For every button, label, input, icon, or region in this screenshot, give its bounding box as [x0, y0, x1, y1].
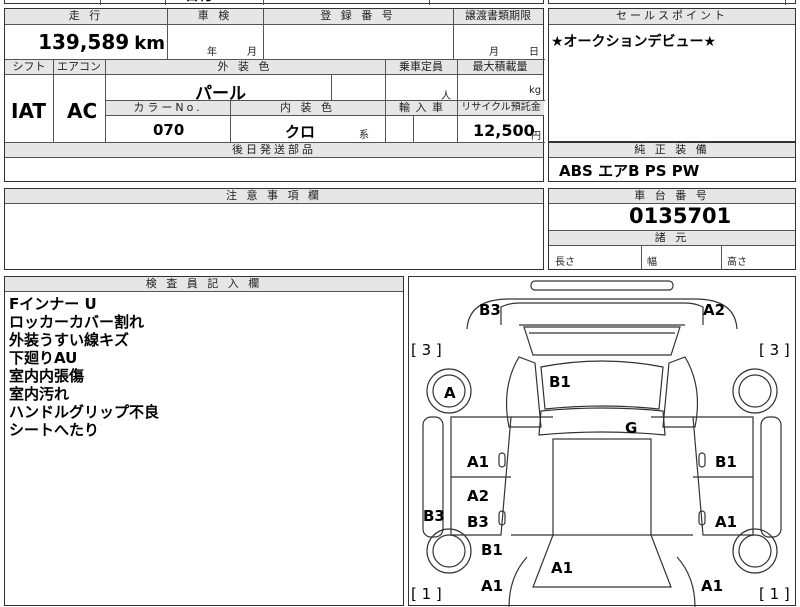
dimensions-header: 諸 元 [549, 231, 795, 246]
inspector-box: 検 査 員 記 入 欄 Fインナー U ロッカーカバー割れ 外装うすい線キズ 下… [4, 276, 404, 606]
top-strip-text: 日付 [185, 0, 213, 5]
mark-a-wheel: A [444, 384, 456, 402]
note-item: ハンドルグリップ不良 [9, 403, 160, 421]
mark-a1-bl: A1 [481, 577, 503, 595]
chassis-box: 車 台 番 号 0135701 諸 元 長さ 幅 高さ [548, 188, 796, 270]
chassis-header: 車 台 番 号 [549, 189, 795, 204]
car-diagram: B3 A2 B1 G A A1 B1 A2 B3 A1 B3 B1 A1 A1 … [411, 280, 790, 607]
load-unit: kg [529, 85, 542, 96]
mark-a2-top: A2 [703, 301, 725, 319]
chassis-value: 0135701 [629, 204, 732, 228]
distance-number: 139,589 [38, 30, 130, 54]
inspection-month-unit: 月 [247, 47, 257, 58]
rating-right: [ 3 ] [759, 341, 790, 359]
note-item: ロッカーカバー割れ [9, 313, 145, 331]
standard-equipment-box: 純 正 装 備 ABS エアB PS PW [548, 142, 796, 182]
dim-length: 長さ [555, 257, 575, 268]
sales-point-header: セールスポイント [549, 9, 795, 25]
vehicle-info-table: 走 行 車 検 登 録 番 号 譲渡書類期限 139,589 km 年 月 月 … [4, 8, 545, 182]
mark-b1-low: B1 [481, 541, 503, 559]
interior-color-header: 内 装 色 [230, 101, 385, 116]
interior-color-value: クロ [285, 123, 316, 141]
interior-suffix: 系 [359, 130, 369, 141]
import-header: 輸 入 車 [386, 101, 457, 116]
note-item: シートへたり [9, 421, 100, 439]
recycle-header: リサイクル預託金 [458, 101, 544, 116]
inspector-notes-list: Fインナー U ロッカーカバー割れ 外装うすい線キズ 下廻りAU 室内内張傷 室… [9, 295, 159, 439]
deadline-day-unit: 日 [529, 47, 539, 58]
recycle-unit: 円 [531, 131, 541, 142]
inspection-year-unit: 年 [207, 47, 217, 58]
rating-bottom-left: [ 1 ] [411, 585, 442, 603]
caution-header: 注 意 事 項 欄 [5, 189, 543, 204]
sales-point-box: セールスポイント ★オークションデビュー★ [548, 8, 796, 142]
aircon-value: AC [67, 99, 98, 123]
note-item: 外装うすい線キズ [9, 331, 130, 349]
mark-b3-left: B3 [467, 513, 489, 531]
mark-a1-br: A1 [701, 577, 723, 595]
mark-a1-right: A1 [715, 513, 737, 531]
mark-b1-right: B1 [715, 453, 737, 471]
transfer-deadline-header: 譲渡書類期限 [453, 9, 543, 25]
max-load-header: 最大積載量 [457, 60, 543, 75]
note-item: 下廻りAU [9, 349, 78, 367]
later-parts-header: 後日発送部品 [5, 143, 543, 158]
recycle-value: 12,500 [473, 121, 535, 140]
mark-a1-left: A1 [467, 453, 489, 471]
sales-point-value: ★オークションデビュー★ [551, 34, 717, 50]
mark-b3-side: B3 [423, 507, 445, 525]
standard-equipment-header: 純 正 装 備 [549, 143, 795, 158]
mark-a2-left: A2 [467, 487, 489, 505]
exterior-color-header: 外 装 色 [105, 60, 385, 75]
note-item: Fインナー U [9, 295, 97, 313]
shift-value: IAT [11, 99, 47, 123]
registration-header: 登 録 番 号 [263, 9, 453, 25]
note-item: 室内内張傷 [9, 367, 85, 385]
mark-a1-rear: A1 [551, 559, 573, 577]
capacity-header: 乗車定員 [385, 60, 457, 75]
rating-bottom-right: [ 1 ] [759, 585, 790, 603]
dim-height: 高さ [727, 257, 747, 268]
dim-width: 幅 [647, 257, 657, 268]
rating-left: [ 3 ] [411, 341, 442, 359]
inspection-header: 車 検 [167, 9, 263, 25]
distance-unit: km [134, 33, 165, 54]
note-item: 室内汚れ [9, 385, 70, 403]
mark-b1-roof: B1 [549, 373, 571, 391]
car-diagram-box: B3 A2 B1 G A A1 B1 A2 B3 A1 B3 B1 A1 A1 … [408, 276, 796, 607]
equipment-value: ABS エアB PS PW [559, 162, 700, 180]
deadline-month-unit: 月 [489, 47, 499, 58]
color-no-value: 070 [153, 121, 185, 139]
mark-g-mid: G [625, 419, 637, 437]
shift-header: シフト [5, 60, 53, 75]
aircon-header: エアコン [53, 60, 105, 75]
distance-header: 走 行 [5, 9, 167, 25]
mark-b3-top: B3 [479, 301, 501, 319]
color-no-header: カラーNo. [106, 101, 230, 116]
top-strip-right [548, 0, 796, 5]
distance-value: 139,589 km [5, 25, 167, 59]
inspector-header: 検 査 員 記 入 欄 [5, 277, 403, 292]
top-strip: 日付 [4, 0, 544, 5]
caution-box: 注 意 事 項 欄 [4, 188, 544, 270]
